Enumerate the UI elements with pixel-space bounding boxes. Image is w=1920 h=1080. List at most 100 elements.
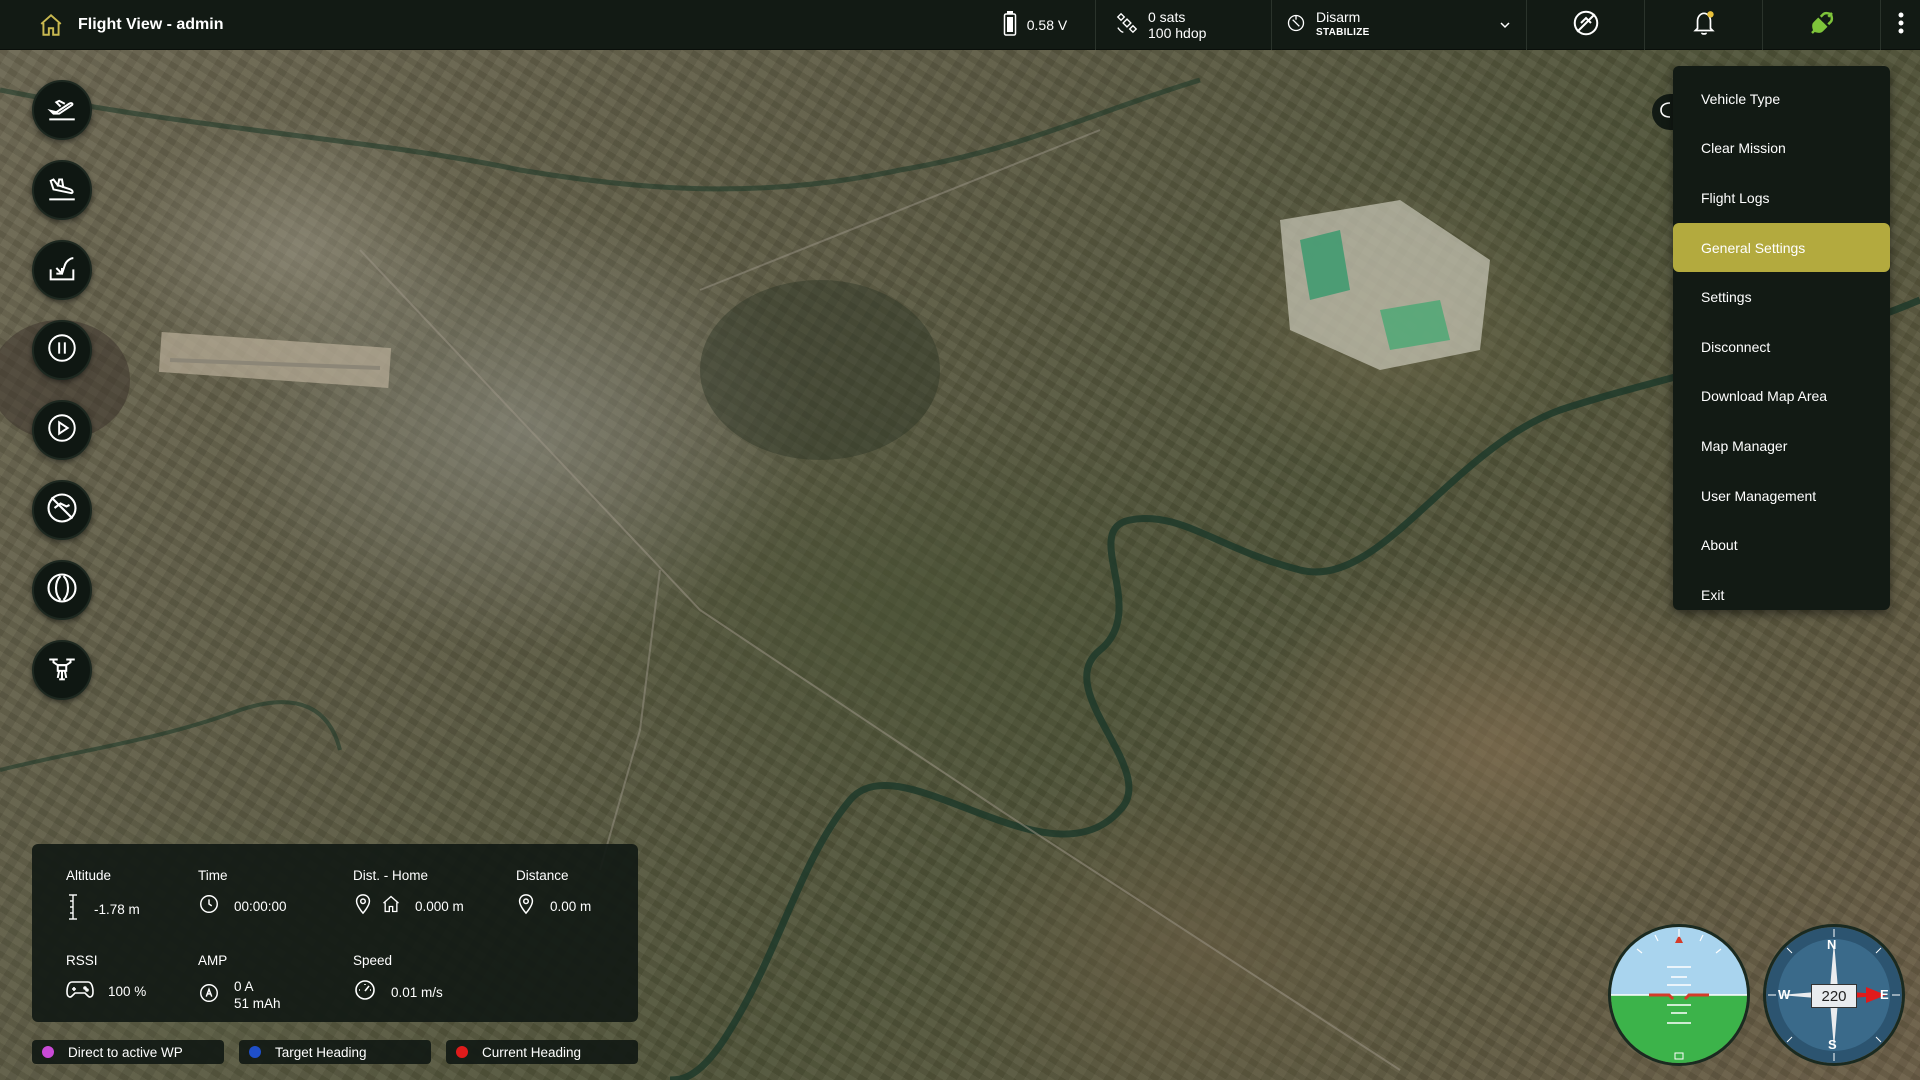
menu-item-user-management[interactable]: User Management: [1673, 471, 1890, 521]
gps-hdop: 100 hdop: [1148, 25, 1207, 41]
no-gps-button[interactable]: [1526, 0, 1644, 50]
connection-button[interactable]: [1762, 0, 1880, 50]
legend-dot-blue: [249, 1046, 261, 1058]
home-icon[interactable]: [36, 10, 66, 40]
home-small-icon: [381, 894, 401, 919]
mah-value: 51 mAh: [234, 996, 281, 1011]
pause-button[interactable]: [32, 320, 92, 380]
no-fly-button[interactable]: [32, 480, 92, 540]
pause-icon: [45, 331, 79, 370]
menu-item-general-settings[interactable]: General Settings: [1673, 222, 1890, 273]
time-label: Time: [198, 868, 228, 883]
rtl-icon: [45, 251, 79, 290]
distance-value: 0.00 m: [550, 899, 592, 914]
gamepad-icon: [66, 978, 94, 1005]
dist-home-readout: Dist. - Home 0.000 m: [353, 868, 464, 920]
ampere-icon: [198, 982, 220, 1009]
menu-item-vehicle-type[interactable]: Vehicle Type: [1673, 74, 1890, 124]
location-pin-icon: [516, 893, 536, 920]
legend-direct-to-wp: Direct to active WP: [32, 1040, 224, 1064]
more-menu-button[interactable]: [1880, 0, 1920, 50]
legend-label: Target Heading: [275, 1044, 367, 1060]
menu-item-disconnect[interactable]: Disconnect: [1673, 322, 1890, 372]
time-readout: Time 00:00:00: [198, 868, 287, 920]
legend-label: Direct to active WP: [68, 1044, 183, 1060]
time-value: 00:00:00: [234, 899, 287, 914]
menu-item-flight-logs[interactable]: Flight Logs: [1673, 173, 1890, 223]
legend-current-heading: Current Heading: [446, 1040, 638, 1064]
menu-item-about[interactable]: About: [1673, 520, 1890, 570]
attitude-indicator: [1608, 924, 1750, 1066]
gps-status: 0 sats 100 hdop: [1095, 0, 1271, 50]
menu-item-clear-mission[interactable]: Clear Mission: [1673, 124, 1890, 174]
pin-icon: [353, 893, 373, 920]
speed-readout: Speed 0.01 m/s: [353, 953, 443, 1007]
play-button[interactable]: [32, 400, 92, 460]
compass-west: W: [1778, 987, 1791, 1002]
battery-icon: [1003, 10, 1017, 41]
amp-value: 0 A: [234, 979, 254, 994]
arm-state: Disarm: [1316, 9, 1361, 25]
notifications-button[interactable]: [1644, 0, 1762, 50]
battery-voltage: 0.58 V: [1026, 17, 1068, 33]
menu-item-settings[interactable]: Settings: [1673, 272, 1890, 322]
battery-status: 0.58 V: [975, 0, 1095, 50]
altitude-readout: Altitude -1.78 m: [66, 868, 140, 926]
drone-button[interactable]: [32, 640, 92, 700]
amp-readout: AMP 0 A 51 mAh: [198, 953, 281, 1012]
compass-south: S: [1828, 1037, 1837, 1052]
mode-selector[interactable]: Disarm STABILIZE: [1271, 0, 1526, 50]
rssi-value: 100 %: [108, 984, 147, 999]
heading-readout: 220: [1811, 984, 1857, 1008]
orbit-button[interactable]: [32, 560, 92, 620]
land-icon: [45, 171, 79, 210]
bell-icon: [1691, 9, 1717, 42]
legend-dot-magenta: [42, 1046, 54, 1058]
speed-label: Speed: [353, 953, 393, 968]
menu-item-download-map-area[interactable]: Download Map Area: [1673, 372, 1890, 422]
satellite-icon: [1116, 12, 1138, 39]
telemetry-panel: Altitude -1.78 m Time 00:00:00 Dist. - H…: [32, 844, 638, 1022]
rssi-readout: RSSI 100 %: [66, 953, 146, 1005]
plug-connected-icon: [1807, 8, 1837, 43]
no-fly-icon: [44, 490, 80, 531]
flight-mode: STABILIZE: [1316, 27, 1370, 38]
legend-dot-red: [456, 1046, 468, 1058]
gps-sats: 0 sats: [1148, 9, 1186, 25]
compass: N S W E 220: [1763, 924, 1905, 1066]
altitude-value: -1.78 m: [94, 902, 140, 917]
menu-item-map-manager[interactable]: Map Manager: [1673, 421, 1890, 471]
return-to-launch-button[interactable]: [32, 240, 92, 300]
rssi-label: RSSI: [66, 953, 98, 968]
amp-label: AMP: [198, 953, 228, 968]
altitude-icon: [66, 893, 80, 926]
play-icon: [45, 411, 79, 450]
main-menu: Vehicle Type Clear Mission Flight Logs G…: [1673, 66, 1890, 610]
no-signal-icon: [1571, 8, 1601, 43]
speed-value: 0.01 m/s: [391, 985, 443, 1000]
distance-readout: Distance 0.00 m: [516, 868, 591, 920]
more-vertical-icon: [1898, 11, 1904, 40]
chevron-down-icon[interactable]: [1498, 18, 1512, 37]
menu-item-exit[interactable]: Exit: [1673, 570, 1890, 620]
tool-bar: [32, 80, 92, 700]
takeoff-icon: [45, 91, 79, 130]
land-button[interactable]: [32, 160, 92, 220]
dist-home-label: Dist. - Home: [353, 868, 429, 883]
legend-target-heading: Target Heading: [239, 1040, 431, 1064]
dist-home-value: 0.000 m: [415, 899, 464, 914]
drone-icon: [45, 651, 79, 690]
compass-east: E: [1880, 987, 1889, 1002]
page-title: Flight View - admin: [78, 15, 224, 33]
distance-label: Distance: [516, 868, 569, 883]
disarm-icon: [1286, 13, 1306, 38]
legend-label: Current Heading: [482, 1044, 582, 1060]
target-icon: [1658, 100, 1674, 125]
altitude-label: Altitude: [66, 868, 112, 883]
compass-north: N: [1827, 937, 1837, 952]
orbit-icon: [44, 570, 80, 611]
top-bar: Flight View - admin 0.58 V 0 sats 100 hd…: [0, 0, 1920, 50]
speedometer-icon: [353, 978, 377, 1007]
clock-icon: [198, 893, 220, 920]
takeoff-button[interactable]: [32, 80, 92, 140]
